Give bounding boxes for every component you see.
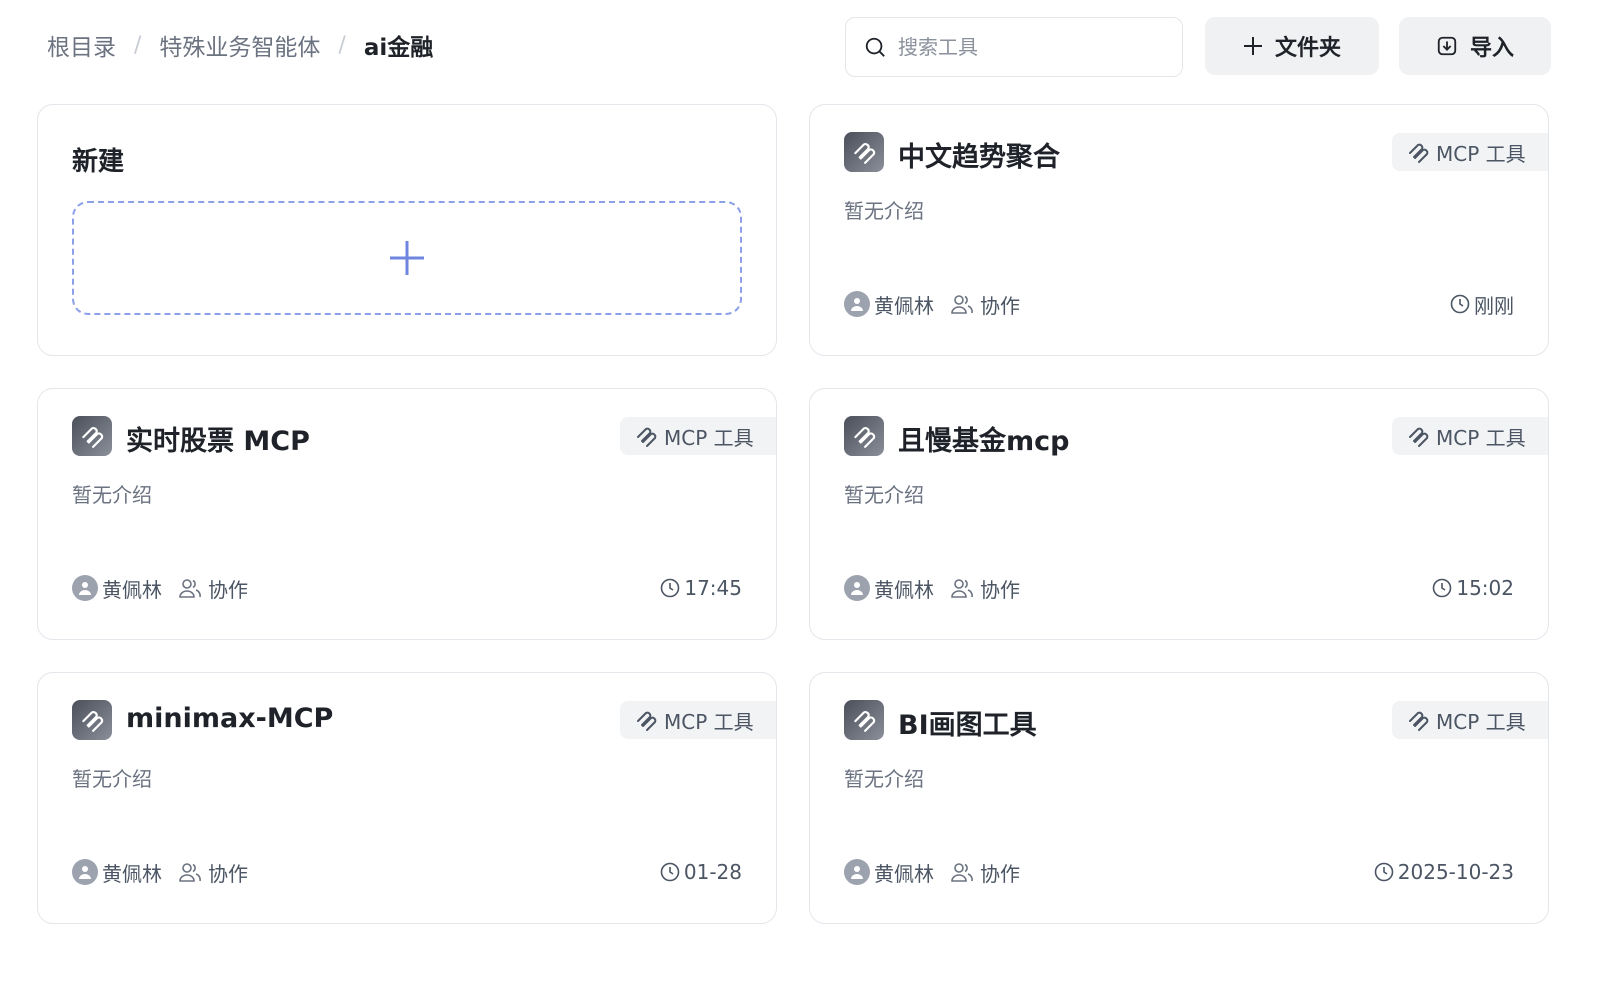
mcp-icon [1406, 424, 1430, 448]
collab-label[interactable]: 协作 [208, 574, 248, 603]
create-tool-button[interactable] [72, 201, 742, 315]
time-value: 15:02 [1456, 576, 1514, 600]
tool-card[interactable]: 中文趋势聚合 MCP 工具 暂无介绍 黄佩林 协作 刚刚 [809, 104, 1549, 356]
updated-time: 17:45 [660, 576, 742, 600]
owner-name: 黄佩林 [102, 577, 162, 602]
plus-icon [389, 240, 425, 276]
mcp-tag-label: MCP 工具 [1436, 709, 1526, 734]
mcp-tag: MCP 工具 [620, 701, 776, 739]
tool-description: 暂无介绍 [844, 767, 924, 791]
new-card-title: 新建 [72, 147, 125, 177]
owner-name: 黄佩林 [874, 861, 934, 886]
mcp-logo-icon [72, 416, 112, 456]
tool-name: minimax-MCP [126, 703, 334, 734]
tool-name: BI画图工具 [898, 710, 1037, 741]
mcp-tag: MCP 工具 [1392, 133, 1548, 171]
tool-card-footer: 黄佩林 协作 01-28 [72, 857, 742, 887]
breadcrumb-root[interactable]: 根目录 [47, 28, 116, 62]
top-bar: 根目录 / 特殊业务智能体 / ai金融 文件夹 导入 [0, 0, 1600, 96]
new-folder-button[interactable]: 文件夹 [1205, 17, 1379, 75]
mcp-icon [634, 708, 658, 732]
breadcrumb: 根目录 / 特殊业务智能体 / ai金融 [47, 28, 433, 62]
owner-name: 黄佩林 [874, 577, 934, 602]
collaborators-icon [950, 577, 974, 599]
collab-label[interactable]: 协作 [980, 290, 1020, 319]
tool-card-footer: 黄佩林 协作 15:02 [844, 573, 1514, 603]
mcp-tag: MCP 工具 [1392, 417, 1548, 455]
time-value: 刚刚 [1474, 293, 1514, 318]
collaborators-icon [178, 577, 202, 599]
mcp-tag: MCP 工具 [1392, 701, 1548, 739]
mcp-logo-icon [844, 132, 884, 172]
new-tool-card: 新建 [37, 104, 777, 356]
avatar [844, 859, 870, 885]
collab-label[interactable]: 协作 [208, 858, 248, 887]
tool-name: 中文趋势聚合 [898, 142, 1060, 173]
tool-description: 暂无介绍 [844, 483, 924, 507]
collaborators-icon [950, 861, 974, 883]
tool-card-footer: 黄佩林 协作 17:45 [72, 573, 742, 603]
mcp-icon [634, 424, 658, 448]
import-button[interactable]: 导入 [1399, 17, 1551, 75]
search-box[interactable] [845, 17, 1183, 77]
breadcrumb-current: ai金融 [363, 35, 434, 61]
tool-name: 且慢基金mcp [898, 426, 1070, 457]
plus-icon [1243, 36, 1263, 56]
time-value: 17:45 [684, 576, 742, 600]
search-icon [864, 36, 886, 58]
mcp-icon [1406, 708, 1430, 732]
tool-name: 实时股票 MCP [126, 426, 310, 457]
mcp-logo-icon [844, 416, 884, 456]
time-value: 01-28 [683, 860, 742, 884]
mcp-logo-icon [844, 700, 884, 740]
tool-card[interactable]: 实时股票 MCP MCP 工具 暂无介绍 黄佩林 协作 17:45 [37, 388, 777, 640]
import-icon [1436, 35, 1458, 57]
breadcrumb-separator: / [338, 32, 346, 58]
tool-card[interactable]: 且慢基金mcp MCP 工具 暂无介绍 黄佩林 协作 15:02 [809, 388, 1549, 640]
breadcrumb-separator: / [134, 32, 142, 58]
updated-time: 15:02 [1432, 576, 1514, 600]
mcp-icon [1406, 140, 1430, 164]
tool-card-footer: 黄佩林 协作 刚刚 [844, 289, 1514, 319]
mcp-tag-label: MCP 工具 [1436, 425, 1526, 450]
avatar [844, 575, 870, 601]
collab-label[interactable]: 协作 [980, 574, 1020, 603]
tool-description: 暂无介绍 [72, 767, 152, 791]
tool-card[interactable]: BI画图工具 MCP 工具 暂无介绍 黄佩林 协作 2025-10-23 [809, 672, 1549, 924]
collaborators-icon [178, 861, 202, 883]
collaborators-icon [950, 293, 974, 315]
avatar [72, 575, 98, 601]
updated-time: 刚刚 [1450, 290, 1514, 319]
time-value: 2025-10-23 [1397, 860, 1514, 884]
mcp-tag-label: MCP 工具 [664, 709, 754, 734]
clock-icon [1450, 294, 1470, 314]
tool-description: 暂无介绍 [844, 199, 924, 223]
mcp-tag: MCP 工具 [620, 417, 776, 455]
clock-icon [1374, 862, 1394, 882]
avatar [844, 291, 870, 317]
import-label: 导入 [1469, 36, 1514, 61]
avatar [72, 859, 98, 885]
breadcrumb-special-agents[interactable]: 特殊业务智能体 [159, 28, 320, 62]
tool-card[interactable]: minimax-MCP MCP 工具 暂无介绍 黄佩林 协作 01-28 [37, 672, 777, 924]
owner-name: 黄佩林 [102, 861, 162, 886]
clock-icon [660, 862, 680, 882]
clock-icon [1432, 578, 1452, 598]
tool-card-footer: 黄佩林 协作 2025-10-23 [844, 857, 1514, 887]
mcp-logo-icon [72, 700, 112, 740]
mcp-tag-label: MCP 工具 [664, 425, 754, 450]
updated-time: 01-28 [660, 860, 742, 884]
updated-time: 2025-10-23 [1374, 860, 1514, 884]
mcp-tag-label: MCP 工具 [1436, 141, 1526, 166]
collab-label[interactable]: 协作 [980, 858, 1020, 887]
search-input[interactable] [898, 35, 1158, 59]
new-folder-label: 文件夹 [1274, 36, 1341, 61]
clock-icon [660, 578, 680, 598]
owner-name: 黄佩林 [874, 293, 934, 318]
tool-description: 暂无介绍 [72, 483, 152, 507]
